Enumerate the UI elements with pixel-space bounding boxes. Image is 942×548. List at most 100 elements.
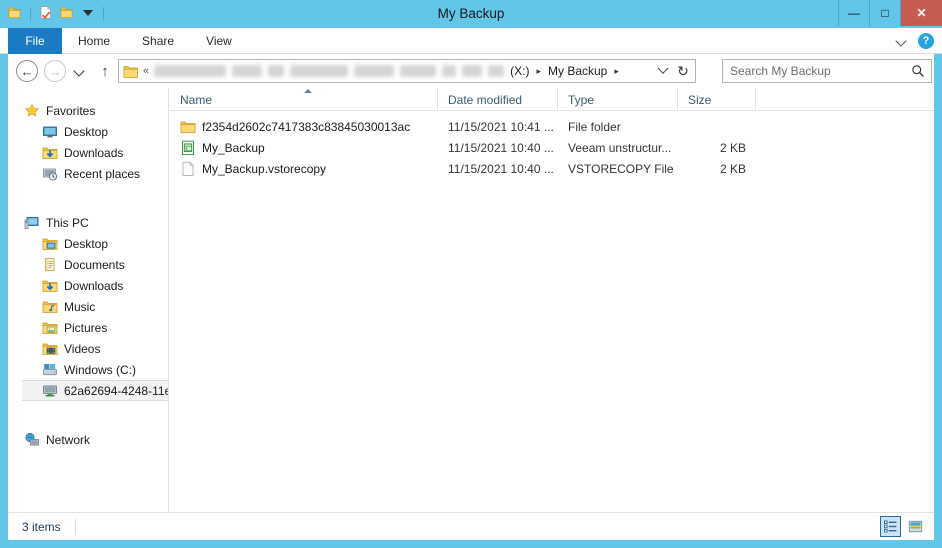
sidebar-group-network: Network [8,429,168,450]
details-view-button[interactable] [880,516,901,537]
file-date-cell: 11/15/2021 10:40 ... [448,140,554,155]
sidebar-item-label: Pictures [64,320,108,335]
redacted-path-segment [232,65,263,77]
minimize-button[interactable]: — [838,0,869,26]
sidebar-item-downloads[interactable]: Downloads [8,275,168,296]
tab-home[interactable]: Home [62,28,126,54]
sidebar-item-desktop[interactable]: Desktop [8,121,168,142]
file-date-cell: 11/15/2021 10:41 ... [448,119,554,134]
refresh-button[interactable]: ↻ [671,60,695,82]
sidebar-group-favorites: Favorites Desktop Downloads Recent place… [8,100,168,184]
column-header-date-modified[interactable]: Date modified [438,88,558,111]
redacted-path-segment [268,65,285,77]
item-count-label: 3 items [22,519,61,534]
help-icon[interactable]: ? [918,33,934,49]
sidebar-item-downloads[interactable]: Downloads [8,142,168,163]
file-name-label: My_Backup.vstorecopy [202,161,327,176]
back-button[interactable]: ← [16,60,38,82]
redacted-path-segment [154,65,227,77]
sidebar-item-this-pc[interactable]: This PC [8,212,168,233]
file-type-cell: Veeam unstructur... [568,140,672,155]
title-bar: My Backup — □ ✕ [0,0,942,28]
folder-icon[interactable] [6,4,24,24]
videos-icon [42,341,58,357]
new-folder-icon[interactable] [37,4,55,24]
table-row[interactable]: My_Backup.vstorecopy 11/15/2021 10:40 ..… [170,158,934,179]
pictures-icon [42,320,58,336]
sidebar-item-label: Desktop [64,124,109,139]
drive-icon [42,362,58,378]
column-header-label: Size [688,92,712,107]
ribbon-tabs: Home Share View [62,28,248,54]
sidebar-item-network[interactable]: Network [8,429,168,450]
close-button[interactable]: ✕ [900,0,942,26]
sidebar-item-label: Network [46,432,91,447]
sidebar-item-label: Downloads [64,278,124,293]
file-name-cell[interactable]: My_Backup [170,137,438,158]
sidebar-item-videos[interactable]: Videos [8,338,168,359]
redacted-path-segment [290,65,349,77]
column-header-size[interactable]: Size [678,88,756,111]
documents-icon [42,257,58,273]
recent-places-icon [42,166,58,182]
tab-file[interactable]: File [8,28,62,54]
chevron-down-icon[interactable] [896,35,908,47]
sidebar-item-label: Documents [64,257,125,272]
table-row[interactable]: My_Backup 11/15/2021 10:40 ... Veeam uns… [170,137,934,158]
address-bar[interactable]: « (X:) ▸ My Backup ▸ ↻ [118,59,696,83]
file-type-cell: File folder [568,119,621,134]
search-input[interactable]: Search My Backup [723,64,905,78]
large-icons-view-button[interactable] [905,516,926,537]
sidebar-item-music[interactable]: Music [8,296,168,317]
toolbar-separator [30,7,31,21]
quick-access-toolbar [6,2,107,26]
file-name-cell[interactable]: f2354d2602c7417383c83845030013ac [170,116,438,137]
chevron-down-icon[interactable] [79,4,97,24]
column-header-label: Type [568,92,595,107]
column-header-name[interactable]: Name [170,88,438,111]
redacted-path-segment [354,65,395,77]
status-bar: 3 items [8,512,934,540]
network-drive-icon [42,383,58,399]
redacted-path-segment [488,65,505,77]
search-box[interactable]: Search My Backup [722,59,932,83]
veeam-file-icon [180,140,196,156]
sidebar-item-label: Desktop [64,236,109,251]
breadcrumb-separator-icon[interactable]: ▸ [536,66,541,77]
breadcrumb-folder[interactable]: My Backup [548,64,607,78]
tab-share[interactable]: Share [126,28,190,54]
search-icon[interactable] [905,60,931,82]
breadcrumb-separator-icon[interactable]: ▸ [614,66,619,77]
file-date-cell: 11/15/2021 10:40 ... [448,161,554,176]
file-name-label: My_Backup [202,140,265,155]
sidebar-item-desktop[interactable]: Desktop [8,233,168,254]
address-toolbar: ← → ↑ « (X:) ▸ My Backup ▸ ↻ Search My B… [8,54,934,88]
sidebar-item-pictures[interactable]: Pictures [8,317,168,338]
breadcrumb-overflow-icon[interactable]: « [143,65,149,77]
sidebar-item-documents[interactable]: Documents [8,254,168,275]
table-row[interactable]: f2354d2602c7417383c83845030013ac 11/15/2… [170,116,934,137]
forward-button[interactable]: → [44,60,66,82]
folder-icon[interactable] [58,4,76,24]
desktop-icon [42,124,58,140]
column-header-label: Date modified [448,92,523,107]
breadcrumb-drive[interactable]: (X:) [510,64,529,78]
sidebar-item-62a62694-4248-11ec[interactable]: 62a62694-4248-11ec [22,380,168,401]
file-name-cell[interactable]: My_Backup.vstorecopy [170,158,438,179]
file-type-cell: VSTORECOPY File [568,161,674,176]
up-button[interactable]: ↑ [96,61,114,81]
column-header-type[interactable]: Type [558,88,678,111]
chevron-down-icon[interactable] [655,60,671,82]
sidebar-item-windows-c[interactable]: Windows (C:) [8,359,168,380]
sidebar-item-label: Music [64,299,96,314]
folder-icon [180,119,196,135]
sidebar-item-label: Videos [64,341,101,356]
sidebar-item-favorites[interactable]: Favorites [8,100,168,121]
chevron-down-icon[interactable] [74,65,86,77]
explorer-content: Favorites Desktop Downloads Recent place… [8,88,934,512]
tab-view[interactable]: View [190,28,248,54]
sidebar-item-recent-places[interactable]: Recent places [8,163,168,184]
maximize-button[interactable]: □ [869,0,900,26]
